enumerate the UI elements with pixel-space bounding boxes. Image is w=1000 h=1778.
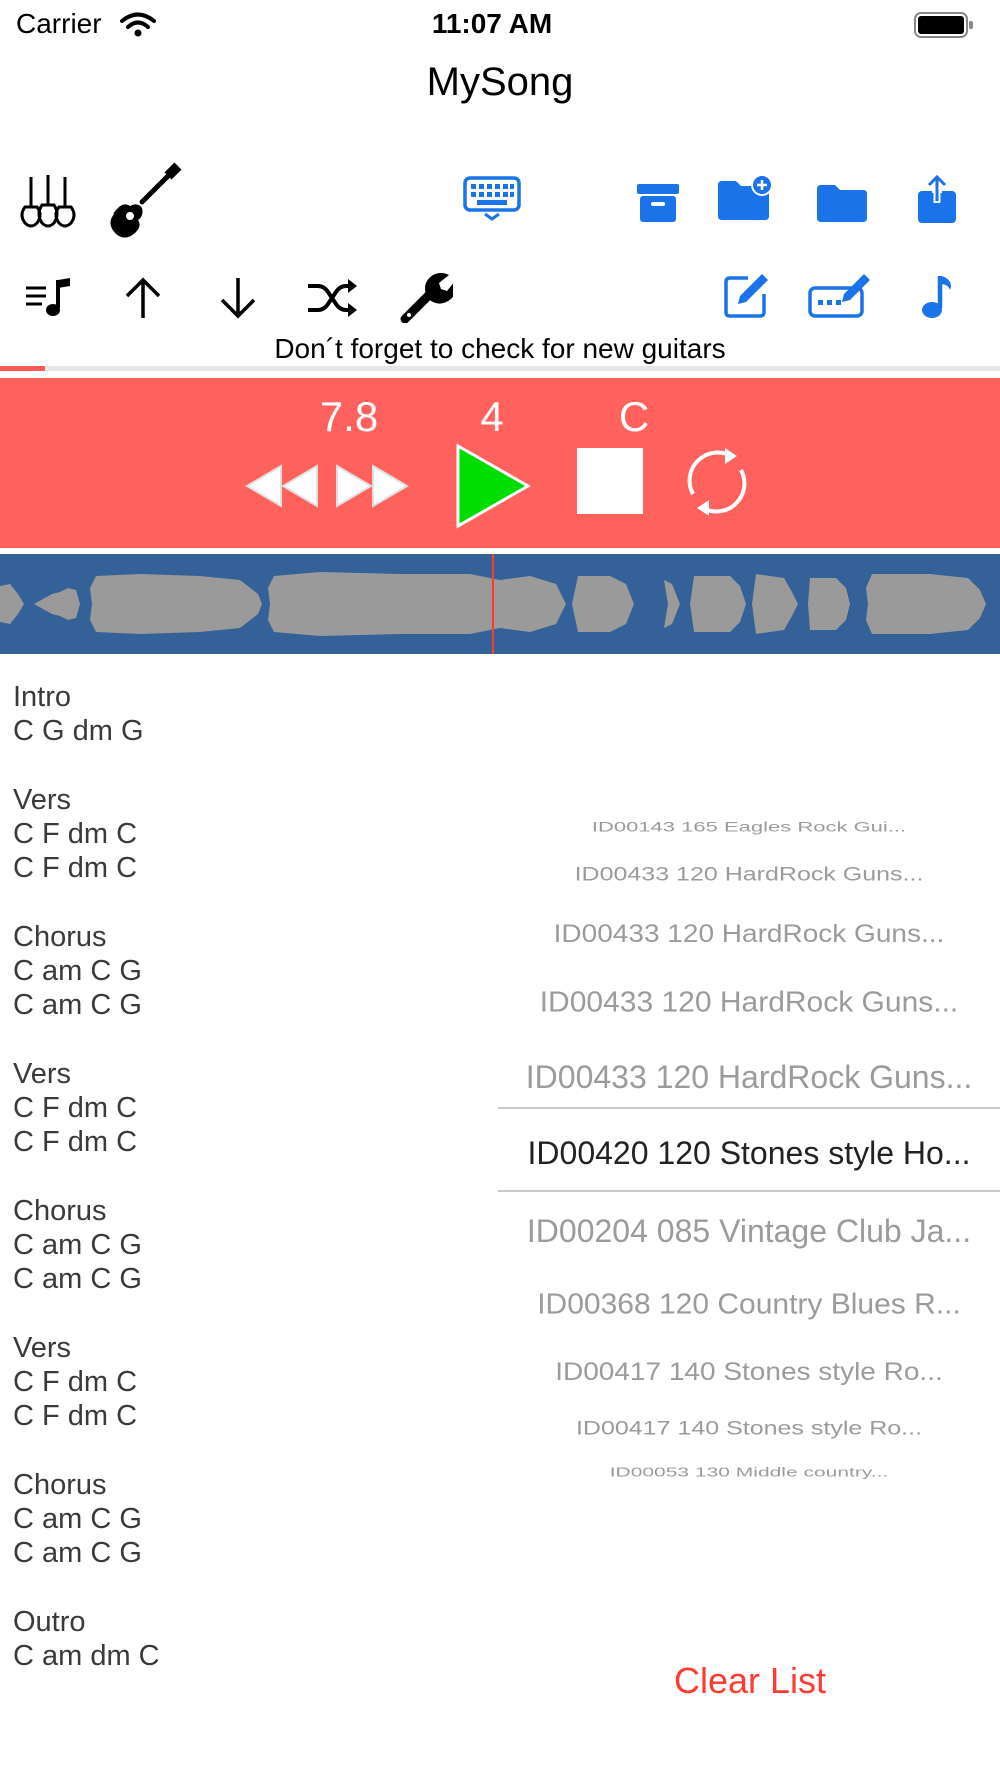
archive-icon[interactable]: [618, 162, 698, 242]
section-name: Chorus: [13, 1195, 107, 1227]
chord-line: C F dm C: [13, 818, 138, 850]
picker-item[interactable]: ID00420 120 Stones style Ho...: [498, 1135, 1000, 1172]
waveform[interactable]: [0, 554, 1000, 654]
chord-line: C am C G: [13, 989, 142, 1021]
picker-item[interactable]: ID00368 120 Country Blues R...: [498, 1289, 1000, 1321]
clock: 11:07 AM: [431, 8, 553, 39]
picker-item[interactable]: ID00433 120 HardRock Guns...: [498, 987, 1000, 1019]
song-progress-fill: [0, 366, 45, 371]
section-name: Intro: [13, 681, 72, 713]
picker-selection-line: [498, 1190, 1000, 1192]
chord-line: C F dm C: [13, 1092, 138, 1124]
keyboard-icon[interactable]: [452, 158, 532, 238]
picker-item[interactable]: ID00433 120 HardRock Guns...: [498, 1059, 1000, 1096]
song-section[interactable]: Outro C am dm C: [13, 1605, 433, 1673]
share-icon[interactable]: [897, 160, 977, 240]
song-sections: Intro C G dm G Vers C F dm CC F dm C Chorus C…: [13, 680, 433, 1708]
picker-item[interactable]: ID00204 085 Vintage Club Ja...: [498, 1213, 1000, 1250]
play-button[interactable]: [452, 436, 534, 536]
key-value: C: [618, 393, 650, 440]
stop-icon: [577, 448, 643, 514]
picker-item[interactable]: ID00143 165 Eagles Rock Gui...: [498, 819, 1000, 835]
song-section[interactable]: Intro C G dm G: [13, 680, 433, 748]
transport-panel: 7.8 4 C: [0, 378, 1000, 548]
music-note-icon[interactable]: [896, 256, 976, 336]
section-name: Vers: [13, 1058, 72, 1090]
chord-line: C am dm C: [13, 1640, 160, 1672]
folder-add-icon[interactable]: [705, 158, 785, 238]
chord-line: C G dm G: [13, 715, 144, 747]
picker-selection-line: [498, 1107, 1000, 1109]
song-progress-bar[interactable]: [0, 366, 1000, 371]
fast-forward-button[interactable]: [330, 446, 416, 526]
battery-icon: [914, 12, 973, 38]
arrow-up-icon[interactable]: [103, 258, 183, 338]
picker-item[interactable]: ID00433 120 HardRock Guns...: [498, 920, 1000, 948]
song-section[interactable]: Chorus C am C GC am C G: [13, 1468, 433, 1570]
wrench-icon[interactable]: [386, 256, 466, 336]
guitar-icon[interactable]: [102, 162, 182, 242]
loop-button[interactable]: [677, 442, 757, 522]
tempo-value: 7.8: [319, 393, 379, 440]
chord-line: C am C G: [13, 1503, 142, 1535]
chord-line: C am C G: [13, 1229, 142, 1261]
picker-item[interactable]: ID00417 140 Stones style Ro...: [498, 1358, 1000, 1386]
hint-text: Don´t forget to check for new guitars: [274, 333, 726, 364]
clear-list-button[interactable]: Clear List: [640, 1660, 860, 1702]
section-name: Chorus: [13, 921, 107, 953]
arrow-down-icon[interactable]: [198, 258, 278, 338]
shuffle-icon[interactable]: [292, 258, 372, 338]
chord-line: C F dm C: [13, 1400, 138, 1432]
song-section[interactable]: Chorus C am C GC am C G: [13, 920, 433, 1022]
guitars-icon[interactable]: [8, 162, 88, 242]
fast-forward-icon: [336, 464, 409, 508]
beats-value: 4: [480, 393, 504, 440]
song-section[interactable]: Vers C F dm CC F dm C: [13, 1331, 433, 1433]
folder-icon[interactable]: [802, 162, 882, 242]
play-icon: [456, 443, 532, 529]
picker-item[interactable]: ID00053 130 Middle country...: [498, 1466, 1000, 1481]
stop-button[interactable]: [570, 441, 650, 521]
chord-line: C F dm C: [13, 1366, 138, 1398]
edit-icon[interactable]: [706, 256, 786, 336]
chord-line: C am C G: [13, 1537, 142, 1569]
rewind-button[interactable]: [238, 446, 324, 526]
keyboard-edit-icon[interactable]: [800, 256, 880, 336]
section-name: Chorus: [13, 1469, 107, 1501]
chord-line: C am C G: [13, 955, 142, 987]
section-name: Vers: [13, 784, 72, 816]
chord-line: C F dm C: [13, 852, 138, 884]
playlist-icon[interactable]: [8, 258, 88, 338]
loop-icon: [687, 448, 747, 516]
picker-item[interactable]: ID00433 120 HardRock Guns...: [498, 863, 1000, 886]
section-name: Outro: [13, 1606, 86, 1638]
song-section[interactable]: Vers C F dm CC F dm C: [13, 783, 433, 885]
chord-line: C am C G: [13, 1263, 142, 1295]
song-section[interactable]: Chorus C am C GC am C G: [13, 1194, 433, 1296]
section-name: Vers: [13, 1332, 72, 1364]
song-section[interactable]: Vers C F dm CC F dm C: [13, 1057, 433, 1159]
picker-item[interactable]: ID00417 140 Stones style Ro...: [498, 1417, 1000, 1440]
rewind-icon: [245, 464, 318, 508]
page-title: MySong: [426, 60, 574, 104]
chord-line: C F dm C: [13, 1126, 138, 1158]
